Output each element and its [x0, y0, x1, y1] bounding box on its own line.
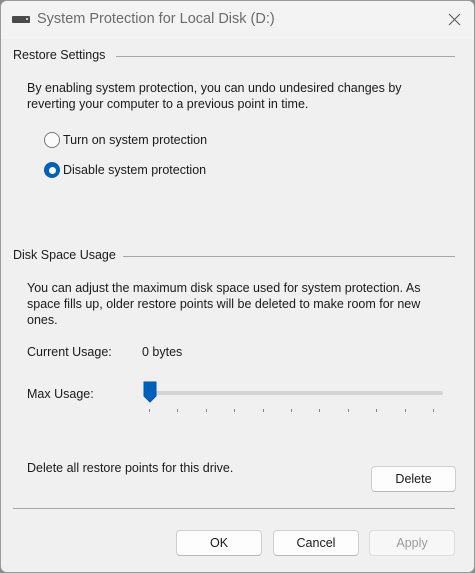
disk-description-line1: You can adjust the maximum disk space us…	[27, 281, 421, 295]
close-icon	[448, 13, 461, 26]
apply-button[interactable]: Apply	[369, 530, 455, 556]
close-button[interactable]	[437, 5, 473, 35]
delete-button[interactable]: Delete	[371, 466, 456, 492]
window-title: System Protection for Local Disk (D:)	[37, 11, 275, 27]
system-protection-dialog: System Protection for Local Disk (D:) Re…	[0, 0, 475, 573]
slider-tick	[376, 409, 377, 412]
drive-icon	[12, 16, 30, 24]
max-usage-label: Max Usage:	[27, 387, 94, 401]
slider-tick	[291, 409, 292, 412]
slider-tick	[405, 409, 406, 412]
dialog-content: Restore Settings By enabling system prot…	[1, 39, 474, 572]
radio-label-disable[interactable]: Disable system protection	[63, 162, 206, 178]
restore-settings-divider	[116, 56, 455, 57]
radio-button-selected[interactable]	[44, 162, 60, 178]
slider-tick	[177, 409, 178, 412]
cancel-button[interactable]: Cancel	[273, 530, 359, 556]
slider-thumb[interactable]	[143, 381, 157, 403]
disk-space-divider	[123, 256, 455, 257]
slider-tick	[206, 409, 207, 412]
current-usage-label: Current Usage:	[27, 345, 112, 359]
slider-tick	[234, 409, 235, 412]
slider-tick	[348, 409, 349, 412]
restore-settings-label: Restore Settings	[13, 48, 106, 62]
slider-track[interactable]	[148, 391, 443, 395]
ok-button[interactable]: OK	[176, 530, 262, 556]
disk-description-line3: ones.	[27, 313, 58, 327]
restore-description-line1: By enabling system protection, you can u…	[27, 81, 402, 95]
slider-tick	[319, 409, 320, 412]
restore-description-line2: reverting your computer to a previous po…	[27, 97, 309, 111]
radio-label-turn-on[interactable]: Turn on system protection	[63, 132, 207, 148]
disk-description-line2: space fills up, older restore points wil…	[27, 297, 421, 311]
disk-space-usage-label: Disk Space Usage	[13, 248, 116, 262]
delete-restore-points-text: Delete all restore points for this drive…	[27, 461, 234, 475]
slider-tick	[149, 409, 150, 412]
max-usage-slider[interactable]	[142, 377, 448, 417]
slider-tick	[433, 409, 434, 412]
title-bar[interactable]: System Protection for Local Disk (D:)	[1, 1, 474, 39]
current-usage-value: 0 bytes	[142, 345, 183, 359]
slider-tick	[263, 409, 264, 412]
footer-separator	[13, 508, 455, 509]
radio-button[interactable]	[44, 132, 60, 148]
